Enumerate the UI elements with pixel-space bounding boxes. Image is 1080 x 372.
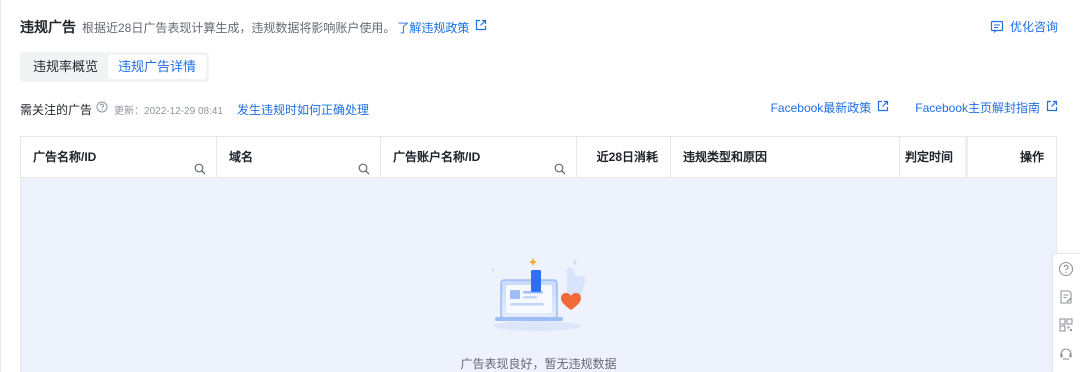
fb-policy-label: Facebook最新政策 bbox=[770, 101, 872, 115]
page-title: 违规广告 bbox=[20, 19, 76, 35]
tab-overview[interactable]: 违规率概览 bbox=[23, 55, 108, 79]
col-judge-time: 判定时间 bbox=[900, 137, 968, 177]
question-icon[interactable] bbox=[96, 100, 108, 118]
col-judge-time-label: 判定时间 bbox=[904, 150, 953, 164]
consult-button[interactable]: 优化咨询 bbox=[990, 18, 1058, 35]
fb-policy-link[interactable]: Facebook最新政策 bbox=[771, 99, 890, 116]
section-label: 需关注的广告 bbox=[20, 102, 93, 117]
left-border bbox=[0, 0, 1, 372]
col-spend-label: 近28日消耗 bbox=[596, 150, 658, 164]
view-tabs: 违规率概览 违规广告详情 bbox=[20, 52, 210, 82]
external-link-icon[interactable] bbox=[475, 18, 487, 36]
sub-header: 需关注的广告 更新：2022-12-29 08:41 发生违规时如何正确处理 F… bbox=[20, 99, 1058, 119]
col-violation-type: 违规类型和原因 bbox=[671, 137, 900, 177]
col-action-label: 操作 bbox=[1019, 150, 1044, 164]
tab-details[interactable]: 违规广告详情 bbox=[108, 55, 207, 79]
policy-link[interactable]: 了解违规政策 bbox=[397, 19, 469, 36]
table-header: 广告名称/ID 域名 广告账户名称/ID 近28日消耗 违规类型和原因 判定时间… bbox=[21, 137, 1056, 178]
consult-label: 优化咨询 bbox=[1009, 20, 1058, 34]
empty-caption: 广告表现良好，暂无违规数据 bbox=[460, 357, 617, 371]
col-spend: 近28日消耗 bbox=[577, 137, 671, 177]
external-link-icon bbox=[1046, 100, 1058, 115]
col-domain-label: 域名 bbox=[229, 150, 254, 164]
external-links: Facebook最新政策 Facebook主页解封指南 bbox=[745, 99, 1058, 116]
updated-time: 更新：2022-12-29 08:41 bbox=[114, 105, 223, 117]
page: 违规广告 根据近28日广告表现计算生成，违规数据将影响账户使用。 了解违规政策 … bbox=[0, 0, 1080, 372]
fb-unlock-label: Facebook主页解封指南 bbox=[915, 101, 1040, 115]
col-action: 操作 bbox=[968, 137, 1056, 177]
customer-service-icon[interactable] bbox=[1058, 345, 1074, 361]
page-description: 根据近28日广告表现计算生成，违规数据将影响账户使用。 bbox=[82, 20, 396, 35]
qr-code-icon[interactable] bbox=[1058, 317, 1074, 333]
edit-note-icon[interactable] bbox=[1058, 289, 1074, 305]
page-header: 违规广告 根据近28日广告表现计算生成，违规数据将影响账户使用。 了解违规政策 … bbox=[20, 14, 1060, 40]
help-circle-icon[interactable] bbox=[1058, 261, 1074, 277]
col-ad-name-label: 广告名称/ID bbox=[33, 150, 97, 164]
fb-unlock-link[interactable]: Facebook主页解封指南 bbox=[915, 99, 1058, 116]
col-account-label: 广告账户名称/ID bbox=[393, 150, 481, 164]
side-toolbar bbox=[1052, 253, 1080, 372]
col-domain: 域名 bbox=[217, 137, 381, 177]
violations-table: 广告名称/ID 域名 广告账户名称/ID 近28日消耗 违规类型和原因 判定时间… bbox=[20, 136, 1057, 372]
howto-link[interactable]: 发生违规时如何正确处理 bbox=[237, 101, 369, 118]
col-account: 广告账户名称/ID bbox=[381, 137, 577, 177]
col-violation-type-label: 违规类型和原因 bbox=[683, 150, 768, 164]
empty-state: 广告表现良好，暂无违规数据 bbox=[21, 252, 1056, 372]
empty-illustration bbox=[490, 258, 585, 331]
external-link-icon bbox=[877, 100, 889, 115]
col-ad-name: 广告名称/ID bbox=[21, 137, 217, 177]
table-body: 广告表现良好，暂无违规数据 bbox=[21, 178, 1056, 372]
chat-icon bbox=[990, 20, 1004, 33]
